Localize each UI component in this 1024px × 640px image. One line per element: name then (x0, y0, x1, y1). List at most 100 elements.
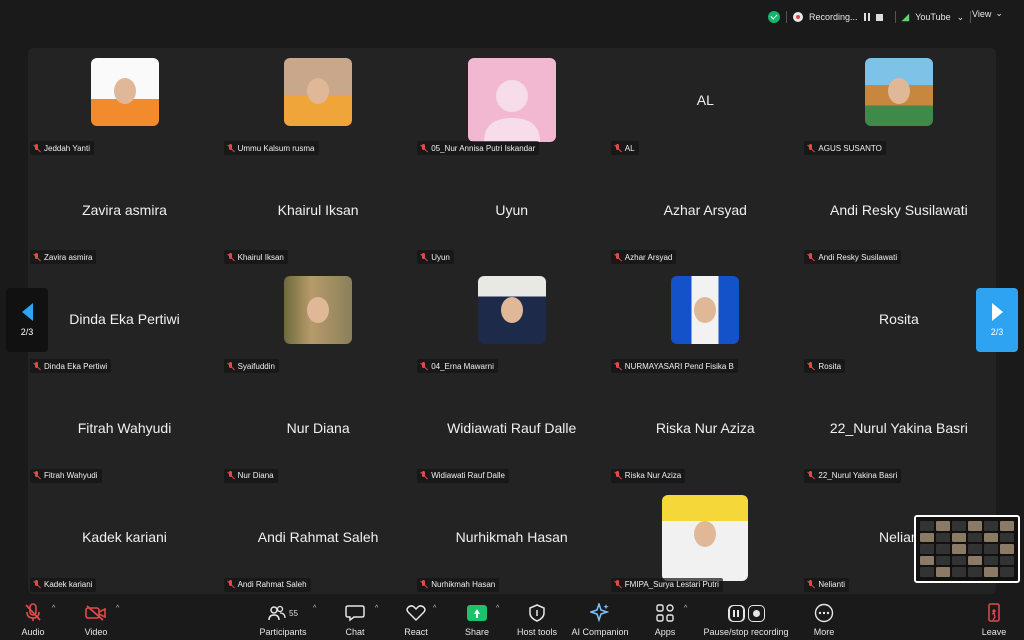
host-tools-label: Host tools (516, 627, 558, 637)
mic-muted-icon (613, 252, 622, 262)
participant-tile[interactable]: Fitrah Wahyudi Fitrah Wahyudi (28, 376, 221, 485)
previous-page-button[interactable]: 2/3 (6, 288, 48, 352)
participant-tile[interactable]: Widiawati Rauf Dalle Widiawati Rauf Dalle (415, 376, 608, 485)
participant-display-name: Dinda Eka Pertiwi (69, 310, 180, 327)
pause-stop-recording-button[interactable]: Pause/stop recording (702, 596, 790, 640)
share-options-caret[interactable]: ^ (496, 605, 499, 612)
participant-tile[interactable]: AL AL (609, 48, 802, 157)
participant-name-label: NURMAYASARI Pend Fisika B (610, 359, 738, 374)
leave-button[interactable]: Leave (980, 596, 1008, 640)
pause-recording-icon[interactable] (863, 13, 870, 21)
leave-label: Leave (981, 627, 1007, 637)
more-button[interactable]: More (810, 596, 838, 640)
participant-display-name: Khairul Iksan (277, 201, 359, 218)
mic-muted-icon (419, 471, 428, 480)
participant-tile[interactable]: FMIPA_Surya Lestari Putri (609, 485, 802, 594)
participant-tile[interactable]: Jeddah Yanti (28, 48, 221, 157)
chevron-down-icon[interactable]: ⌄ (957, 12, 965, 23)
participant-tile[interactable]: Nur Diana Nur Diana (222, 376, 415, 485)
apps-options-caret[interactable]: ^ (684, 605, 687, 612)
react-button[interactable]: React (400, 596, 432, 640)
mic-muted-icon (226, 361, 235, 371)
participant-name-label: Khairul Iksan (223, 250, 288, 265)
participant-tile[interactable]: AGUS SUSANTO (802, 48, 995, 157)
participant-tile[interactable]: Uyun Uyun (415, 157, 608, 266)
chat-label: Chat (345, 627, 365, 637)
apps-label: Apps (654, 627, 676, 637)
ai-companion-label: AI Companion (571, 627, 629, 637)
recording-label: Pause/stop recording (703, 627, 789, 637)
audio-label: Audio (21, 627, 45, 637)
mic-muted-icon (226, 252, 235, 262)
share-label: Share (464, 627, 490, 637)
shield-check-icon[interactable] (768, 11, 780, 23)
mic-muted-icon (613, 471, 622, 480)
mic-muted-icon (806, 471, 815, 480)
participant-tile[interactable]: 05_Nur Annisa Putri Iskandar (415, 48, 608, 157)
participant-name: 22_Nurul Yakina Basri (818, 471, 898, 481)
next-page-button[interactable]: 2/3 (976, 288, 1018, 352)
participant-name-label: Kadek kariani (30, 577, 97, 592)
host-tools-button[interactable]: Host tools (514, 596, 560, 640)
ai-companion-button[interactable]: AI Companion (570, 596, 630, 640)
divider (894, 11, 896, 23)
participant-tile[interactable]: 22_Nurul Yakina Basri 22_Nurul Yakina Bas… (802, 376, 995, 485)
participant-tile[interactable]: Syaifuddin (222, 266, 415, 375)
participant-name-label: Nurhikmah Hasan (417, 577, 500, 592)
video-button[interactable]: Video (82, 596, 110, 640)
video-off-icon (85, 601, 107, 625)
participant-tile[interactable]: Dinda Eka Pertiwi Dinda Eka Pertiwi (28, 266, 221, 375)
chat-button[interactable]: Chat (340, 596, 370, 640)
participant-display-name: Nurhikmah Hasan (455, 529, 568, 546)
heart-icon (406, 601, 426, 625)
participants-button[interactable]: 55 Participants (256, 596, 310, 640)
participant-name-label: AGUS SUSANTO (804, 141, 886, 155)
arrow-left-icon (21, 303, 33, 321)
mic-muted-icon (32, 471, 41, 480)
participant-tile[interactable]: Zavira asmira Zavira asmira (28, 157, 221, 266)
participant-tile[interactable]: Kadek kariani Kadek kariani (28, 485, 221, 594)
mic-muted-icon (419, 143, 428, 153)
participant-name: Nelianti (818, 580, 846, 590)
participant-tile[interactable]: Rosita Rosita (802, 266, 995, 375)
mic-muted-icon (32, 252, 41, 262)
view-button[interactable]: View ⌄ (972, 8, 1003, 19)
participant-name-label: 05_Nur Annisa Putri Iskandar (417, 141, 540, 155)
apps-button[interactable]: Apps (652, 596, 678, 640)
participant-name: Ummu Kalsum rusma (237, 143, 315, 153)
participant-display-name: Widiawati Rauf Dalle (447, 419, 577, 436)
participant-name-label: Riska Nur Aziza (610, 468, 686, 483)
video-options-caret[interactable]: ^ (116, 605, 119, 612)
participant-video (284, 58, 353, 126)
participant-tile[interactable]: Azhar Arsyad Azhar Arsyad (609, 157, 802, 266)
participant-tile[interactable]: NURMAYASARI Pend Fisika B (609, 266, 802, 375)
mic-muted-icon (32, 143, 41, 153)
participant-name: Kadek kariani (44, 580, 93, 590)
floating-thumbnail-window[interactable] (914, 515, 1020, 583)
participant-name-label: Nur Diana (223, 468, 278, 483)
participant-tile[interactable]: 04_Erna Mawarni (415, 266, 608, 375)
chat-options-caret[interactable]: ^ (375, 605, 378, 612)
stop-recording-icon[interactable] (875, 13, 883, 21)
participant-tile[interactable]: Khairul Iksan Khairul Iksan (222, 157, 415, 266)
divider (970, 11, 972, 23)
share-button[interactable]: Share (462, 596, 492, 640)
stream-label[interactable]: YouTube (915, 12, 950, 22)
participant-display-name: AL (696, 92, 714, 109)
audio-button[interactable]: Audio (18, 596, 48, 640)
participant-name-label: Jeddah Yanti (30, 141, 94, 155)
participant-tile[interactable]: Andi Resky Susilawati Andi Resky Susilawa… (802, 157, 995, 266)
participant-tile[interactable]: Andi Rahmat Saleh Andi Rahmat Saleh (222, 485, 415, 594)
participant-tile[interactable]: Nurhikmah Hasan Nurhikmah Hasan (415, 485, 608, 594)
audio-options-caret[interactable]: ^ (52, 605, 55, 612)
mic-muted-icon (806, 252, 815, 262)
participant-video (284, 276, 353, 345)
participant-tile[interactable]: Riska Nur Aziza Riska Nur Aziza (609, 376, 802, 485)
mic-muted-icon (226, 580, 235, 589)
participant-name: Jeddah Yanti (44, 143, 90, 153)
mic-muted-icon (613, 361, 622, 371)
gallery-view: Jeddah Yanti Ummu Kalsum rusma 05_Nur Anni… (28, 48, 996, 594)
participant-tile[interactable]: Ummu Kalsum rusma (222, 48, 415, 157)
participants-options-caret[interactable]: ^ (313, 605, 316, 612)
react-options-caret[interactable]: ^ (433, 605, 436, 612)
